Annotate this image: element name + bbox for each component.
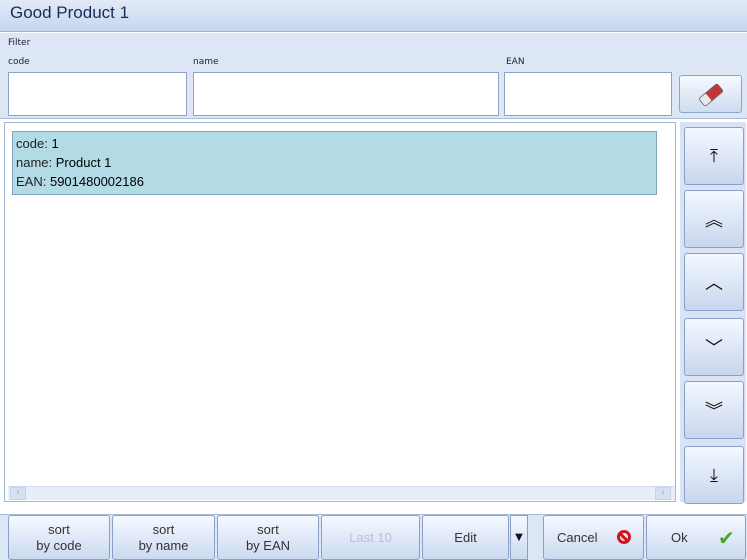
sort-by-name-label-1: sort xyxy=(152,522,175,537)
ean-value: 5901480002186 xyxy=(49,174,144,189)
code-field-label: code: xyxy=(16,136,48,151)
filter-section-label: Filter xyxy=(8,38,31,48)
edit-button[interactable]: Edit xyxy=(422,515,509,560)
ok-label: Ok xyxy=(671,530,688,545)
horizontal-scrollbar[interactable] xyxy=(8,486,675,500)
code-value: 1 xyxy=(51,136,59,151)
page-up-button[interactable]: ︽ xyxy=(684,190,744,248)
sort-by-name-label-2: by name xyxy=(138,538,189,553)
sort-by-code-label-2: by code xyxy=(36,538,82,553)
sort-by-ean-label-1: sort xyxy=(257,522,279,537)
code-filter-input[interactable] xyxy=(8,72,187,116)
up-button[interactable]: ︿ xyxy=(684,253,744,311)
clear-filter-button[interactable] xyxy=(679,75,742,113)
page-down-button[interactable]: ︾ xyxy=(684,381,744,439)
page-down-icon: ︾ xyxy=(705,401,723,422)
title-bar: Good Product 1 xyxy=(0,0,747,32)
list-item[interactable]: code: 1 name: Product 1 EAN: 59014800021… xyxy=(12,131,657,195)
name-field-label: name: xyxy=(16,155,53,170)
cancel-label: Cancel xyxy=(557,530,598,545)
sort-by-code-label-1: sort xyxy=(48,522,70,537)
name-value: Product 1 xyxy=(55,155,112,170)
ean-field-label: EAN: xyxy=(16,174,47,189)
last-10-button[interactable]: Last 10 xyxy=(321,515,420,560)
down-icon: ﹀ xyxy=(705,338,723,359)
window-title: Good Product 1 xyxy=(10,3,130,22)
checkmark-icon: ✔ xyxy=(718,526,735,550)
page-up-icon: ︽ xyxy=(705,210,723,231)
scroll-left-icon[interactable]: ‹ xyxy=(10,487,26,500)
last-button[interactable]: ⤓ xyxy=(684,446,744,504)
eraser-icon xyxy=(699,83,723,107)
sort-by-ean-label-2: by EAN xyxy=(245,538,291,553)
cancel-icon xyxy=(617,530,631,544)
up-icon: ︿ xyxy=(705,273,723,294)
scroll-right-icon[interactable]: › xyxy=(655,487,671,500)
down-button[interactable]: ﹀ xyxy=(684,318,744,376)
sort-by-name-button[interactable]: sort by name xyxy=(112,515,215,560)
name-filter-label: name xyxy=(193,57,219,67)
first-button[interactable]: ⤒ xyxy=(684,127,744,185)
sort-by-ean-button[interactable]: sort by EAN xyxy=(217,515,319,560)
name-filter-input[interactable] xyxy=(193,72,499,116)
last-icon: ⤓ xyxy=(710,464,718,486)
ean-filter-label: EAN xyxy=(506,57,525,67)
ean-filter-input[interactable] xyxy=(504,72,672,116)
code-filter-label: code xyxy=(8,57,30,67)
first-icon: ⤒ xyxy=(710,145,718,167)
edit-dropdown-chevron-icon[interactable]: ▼ xyxy=(510,515,528,560)
sort-by-code-button[interactable]: sort by code xyxy=(8,515,110,560)
